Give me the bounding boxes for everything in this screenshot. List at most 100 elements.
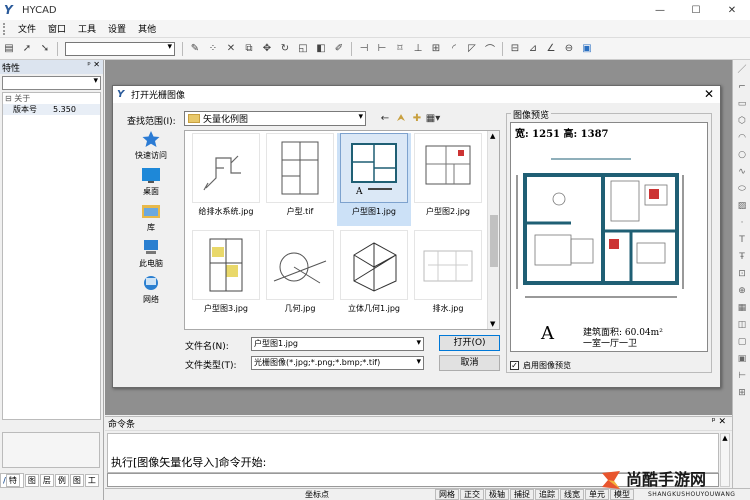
delete-icon[interactable]: ✕ bbox=[224, 42, 238, 56]
menu-other[interactable]: 其他 bbox=[132, 22, 162, 35]
toggle-snap[interactable]: 捕捉 bbox=[510, 489, 534, 500]
pen-icon[interactable]: ✎ bbox=[188, 42, 202, 56]
dimension-icon[interactable]: ⊟ bbox=[508, 42, 522, 56]
table-icon[interactable]: ▦ bbox=[735, 301, 749, 315]
scroll-up-icon[interactable]: ▲ bbox=[490, 132, 495, 140]
view-menu-icon[interactable]: ▦▾ bbox=[426, 111, 440, 125]
arc-icon[interactable]: ⌒ bbox=[483, 42, 497, 56]
collapse-icon[interactable]: ⊟ bbox=[5, 94, 14, 103]
scale-icon[interactable]: ◱ bbox=[296, 42, 310, 56]
trim-icon[interactable]: ⊣ bbox=[357, 42, 371, 56]
image-insert-icon[interactable]: ▣ bbox=[735, 352, 749, 366]
file-item[interactable]: 给排水系统.jpg bbox=[189, 133, 263, 226]
place-network[interactable]: 网络 bbox=[121, 274, 181, 310]
file-item[interactable]: 排水.jpg bbox=[411, 230, 485, 323]
scroll-thumb[interactable] bbox=[490, 215, 498, 267]
tab-examples[interactable]: 例 bbox=[54, 473, 69, 487]
file-list-scrollbar[interactable]: ▲ ▼ bbox=[487, 131, 499, 329]
fillet-icon[interactable]: ◜ bbox=[447, 42, 461, 56]
array-icon[interactable]: ⊞ bbox=[429, 42, 443, 56]
file-item[interactable]: 几何.jpg bbox=[263, 230, 337, 323]
property-row[interactable]: 版本号 5.350 bbox=[3, 104, 100, 115]
measure-icon[interactable]: ⊢ bbox=[735, 369, 749, 383]
dialog-close-button[interactable]: ✕ bbox=[704, 87, 714, 101]
line-icon[interactable]: ／ bbox=[735, 63, 749, 77]
place-this-pc[interactable]: 此电脑 bbox=[121, 238, 181, 274]
block-icon[interactable]: ⊡ bbox=[735, 267, 749, 281]
place-desktop[interactable]: 桌面 bbox=[121, 166, 181, 202]
command-pins[interactable]: ᵖ ✕ bbox=[712, 417, 726, 427]
tab-tools[interactable]: 工 bbox=[84, 473, 99, 487]
layer-icon[interactable]: ▤ bbox=[2, 42, 16, 56]
chamfer-icon[interactable]: ◸ bbox=[465, 42, 479, 56]
enable-preview-checkbox[interactable]: ✓ 启用图像预览 bbox=[510, 360, 571, 371]
file-item[interactable]: 户型图3.jpg bbox=[189, 230, 263, 323]
place-quick-access[interactable]: 快速访问 bbox=[121, 130, 181, 166]
up-folder-icon[interactable]: ⮝ bbox=[394, 111, 408, 125]
layer-select[interactable] bbox=[65, 41, 175, 56]
extend-icon[interactable]: ⊢ bbox=[375, 42, 389, 56]
wipeout-icon[interactable]: ▢ bbox=[735, 335, 749, 349]
insert-icon[interactable]: ⊕ bbox=[735, 284, 749, 298]
move-icon[interactable]: ✥ bbox=[260, 42, 274, 56]
text-icon[interactable]: T bbox=[735, 233, 749, 247]
menu-settings[interactable]: 设置 bbox=[102, 22, 132, 35]
dim-angle-icon[interactable]: ∠ bbox=[544, 42, 558, 56]
dim-align-icon[interactable]: ⊿ bbox=[526, 42, 540, 56]
mtext-icon[interactable]: Ŧ bbox=[735, 250, 749, 264]
image-icon[interactable]: ▣ bbox=[580, 42, 594, 56]
toggle-polar[interactable]: 极轴 bbox=[485, 489, 509, 500]
spline-icon[interactable]: ∿ bbox=[735, 165, 749, 179]
toggle-ortho[interactable]: 正交 bbox=[460, 489, 484, 500]
circle-icon[interactable]: ○ bbox=[735, 148, 749, 162]
cancel-button[interactable]: 取消 bbox=[439, 355, 500, 371]
mirror-icon[interactable]: ◧ bbox=[314, 42, 328, 56]
rotate-icon[interactable]: ↻ bbox=[278, 42, 292, 56]
filename-input[interactable]: 户型图1.jpg bbox=[251, 337, 424, 351]
lookin-select[interactable]: 矢量化例图 bbox=[184, 111, 366, 126]
scroll-down-icon[interactable]: ▼ bbox=[490, 320, 495, 328]
file-item[interactable]: 户型.tif bbox=[263, 133, 337, 226]
dim-radius-icon[interactable]: ⊖ bbox=[562, 42, 576, 56]
back-icon[interactable]: ← bbox=[378, 111, 392, 125]
toggle-track[interactable]: 追踪 bbox=[535, 489, 559, 500]
point-icon[interactable]: · bbox=[735, 216, 749, 230]
maximize-button[interactable]: ☐ bbox=[678, 0, 714, 20]
tab-drawings[interactable]: 图 bbox=[24, 473, 39, 487]
arrow-down-icon[interactable]: ➘ bbox=[38, 42, 52, 56]
filetype-select[interactable]: 光栅图像(*.jpg;*.png;*.bmp;*.tif) bbox=[251, 356, 424, 370]
properties-pins[interactable]: ᵖ ✕ bbox=[87, 60, 100, 69]
break-icon[interactable]: ⌑ bbox=[393, 42, 407, 56]
menu-window[interactable]: 窗口 bbox=[42, 22, 72, 35]
properties-category[interactable]: ⊟ 关于 bbox=[3, 93, 100, 104]
brush-icon[interactable]: ✐ bbox=[332, 42, 346, 56]
open-button[interactable]: 打开(O) bbox=[439, 335, 500, 351]
copy-icon[interactable]: ⧉ bbox=[242, 42, 256, 56]
snap-icon[interactable]: ⁘ bbox=[206, 42, 220, 56]
file-item[interactable]: 户型图2.jpg bbox=[411, 133, 485, 226]
toggle-grid[interactable]: 网格 bbox=[435, 489, 459, 500]
grid-icon[interactable]: ⊞ bbox=[735, 386, 749, 400]
file-item-selected[interactable]: A 户型图1.jpg bbox=[337, 133, 411, 226]
polyline-icon[interactable]: ⌐ bbox=[735, 80, 749, 94]
toggle-lineweight[interactable]: 线宽 bbox=[560, 489, 584, 500]
checkbox-checked-icon[interactable]: ✓ bbox=[510, 361, 519, 370]
menu-tools[interactable]: 工具 bbox=[72, 22, 102, 35]
close-button[interactable]: ✕ bbox=[714, 0, 750, 20]
file-item[interactable]: 立体几何1.jpg bbox=[337, 230, 411, 323]
hatch-icon[interactable]: ▨ bbox=[735, 199, 749, 213]
polygon-icon[interactable]: ⬡ bbox=[735, 114, 749, 128]
rectangle-icon[interactable]: ▭ bbox=[735, 97, 749, 111]
arrow-icon[interactable]: ➚ bbox=[20, 42, 34, 56]
region-icon[interactable]: ◫ bbox=[735, 318, 749, 332]
join-icon[interactable]: ⊥ bbox=[411, 42, 425, 56]
menu-file[interactable]: 文件 bbox=[12, 22, 42, 35]
ellipse-icon[interactable]: ⬭ bbox=[735, 182, 749, 196]
arc-draw-icon[interactable]: ◠ bbox=[735, 131, 749, 145]
tab-layers[interactable]: 层 bbox=[39, 473, 54, 487]
place-library[interactable]: 库 bbox=[121, 202, 181, 238]
tab-images[interactable]: 图 bbox=[69, 473, 84, 487]
minimize-button[interactable]: — bbox=[642, 0, 678, 20]
properties-select[interactable] bbox=[2, 76, 101, 90]
tab-properties[interactable]: / 特 bbox=[0, 472, 24, 488]
